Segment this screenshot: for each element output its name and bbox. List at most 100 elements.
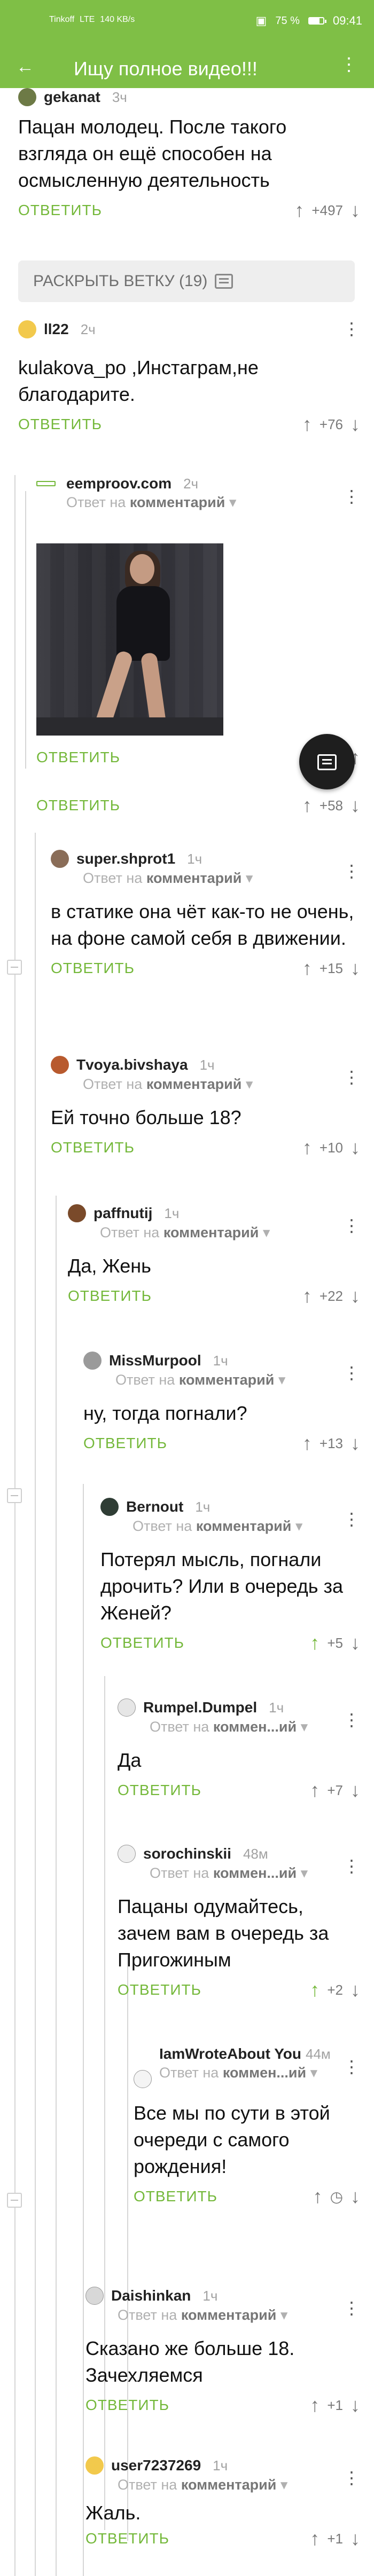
downvote-icon[interactable]: ↓ [350, 957, 360, 979]
downvote-icon[interactable]: ↓ [350, 1432, 360, 1455]
comment-username[interactable]: Daishinkan [111, 2287, 191, 2304]
reply-button[interactable]: ОТВЕТИТЬ [36, 797, 120, 814]
reply-button[interactable]: ОТВЕТИТЬ [83, 1435, 167, 1452]
upvote-icon[interactable]: ↑ [302, 1432, 312, 1455]
upvote-icon[interactable]: ↑ [302, 794, 312, 817]
avatar[interactable] [68, 1204, 86, 1222]
avatar[interactable] [118, 1845, 136, 1863]
avatar[interactable] [118, 1698, 136, 1717]
comment-menu-icon[interactable]: ⋮ [343, 1858, 360, 1875]
downvote-icon[interactable]: ↓ [350, 1779, 360, 1801]
upvote-icon[interactable]: ↑ [302, 1136, 312, 1159]
comment-username[interactable]: IamWroteAbout You [159, 2045, 301, 2062]
reply-button[interactable]: ОТВЕТИТЬ [100, 1634, 184, 1652]
avatar[interactable] [83, 1352, 102, 1370]
reply-button[interactable]: ОТВЕТИТЬ [85, 2530, 169, 2547]
comment-image[interactable] [36, 543, 223, 736]
back-arrow-icon[interactable]: ← [16, 58, 34, 76]
comment-username[interactable]: MissMurpool [109, 1352, 201, 1369]
downvote-icon[interactable]: ↓ [350, 1136, 360, 1159]
comment-username[interactable]: Tvoya.bivshaya [76, 1056, 188, 1073]
downvote-icon[interactable]: ↓ [350, 2185, 360, 2208]
avatar[interactable] [85, 2287, 104, 2305]
comment-username[interactable]: paffnutij [94, 1205, 152, 1222]
expand-thread-button[interactable]: РАСКРЫТЬ ВЕТКУ (19) [18, 260, 355, 302]
comment-text: kulakova_po ,Инстаграм,не благодарите. [18, 357, 259, 405]
upvote-icon[interactable]: ↑ [310, 2394, 320, 2416]
comment-menu-icon[interactable]: ⋮ [343, 863, 360, 880]
write-comment-button[interactable] [299, 734, 355, 789]
reply-to-link[interactable]: Ответ на коммен...ий ▾ [159, 2065, 331, 2081]
reply-button[interactable]: ОТВЕТИТЬ [118, 1782, 201, 1799]
reply-button[interactable]: ОТВЕТИТЬ [18, 416, 102, 433]
upvote-icon[interactable]: ↑ [310, 2527, 320, 2550]
comment-menu-icon[interactable]: ⋮ [343, 1711, 360, 1728]
downvote-icon[interactable]: ↓ [350, 2527, 360, 2550]
thread-line [127, 1954, 128, 2541]
upvote-icon[interactable]: ↑ [294, 199, 304, 222]
comment-menu-icon[interactable]: ⋮ [343, 1364, 360, 1381]
reply-to-link[interactable]: Ответ на комментарий ▾ [83, 1372, 360, 1388]
avatar[interactable] [100, 1498, 119, 1516]
downvote-icon[interactable]: ↓ [350, 1285, 360, 1307]
reply-button[interactable]: ОТВЕТИТЬ [51, 1139, 135, 1156]
reply-button[interactable]: ОТВЕТИТЬ [134, 2188, 217, 2205]
collapse-thread-button[interactable] [7, 960, 22, 975]
comment-menu-icon[interactable]: ⋮ [343, 2469, 360, 2486]
comment-menu-icon[interactable]: ⋮ [343, 320, 360, 337]
reply-to-link[interactable]: Ответ на комментарий ▾ [36, 494, 360, 511]
reply-button[interactable]: ОТВЕТИТЬ [68, 1287, 152, 1305]
comment-menu-icon[interactable]: ⋮ [343, 2058, 360, 2075]
comment-username[interactable]: gekanat [44, 89, 100, 106]
downvote-icon[interactable]: ↓ [350, 199, 360, 222]
comment-username[interactable]: ll22 [44, 321, 69, 338]
comment-menu-icon[interactable]: ⋮ [343, 2300, 360, 2317]
upvote-icon[interactable]: ↑ [313, 2185, 323, 2208]
comment-text: Сказано же больше 18. Зачехляемся [85, 2337, 295, 2386]
downvote-icon[interactable]: ↓ [350, 1632, 360, 1654]
downvote-icon[interactable]: ↓ [350, 2394, 360, 2416]
avatar[interactable] [85, 2456, 104, 2475]
avatar[interactable] [51, 850, 69, 868]
comment-username[interactable]: sorochinskii [143, 1845, 231, 1862]
comment-username[interactable]: super.shprot1 [76, 850, 175, 867]
comment-username[interactable]: Rumpel.Dumpel [143, 1699, 257, 1716]
avatar[interactable] [18, 320, 36, 338]
comment-menu-icon[interactable]: ⋮ [343, 488, 360, 505]
reply-button[interactable]: ОТВЕТИТЬ [51, 960, 135, 977]
comment-username[interactable]: user7237269 [111, 2457, 201, 2474]
avatar[interactable] [51, 1056, 69, 1074]
comment-username[interactable]: eemproov.com [66, 475, 172, 492]
reply-to-link[interactable]: Ответ на комментарий ▾ [85, 2307, 360, 2324]
downvote-icon[interactable]: ↓ [350, 794, 360, 817]
upvote-icon[interactable]: ↑ [310, 1979, 320, 2001]
avatar[interactable] [134, 2070, 152, 2088]
reply-button[interactable]: ОТВЕТИТЬ [85, 2397, 169, 2414]
reply-button[interactable]: ОТВЕТИТЬ [118, 1981, 201, 1998]
reply-to-link[interactable]: Ответ на комментарий ▾ [68, 1224, 360, 1241]
comment-menu-icon[interactable]: ⋮ [343, 1069, 360, 1086]
upvote-icon[interactable]: ↑ [302, 1285, 312, 1307]
reply-button[interactable]: ОТВЕТИТЬ [18, 202, 102, 219]
reply-to-link[interactable]: Ответ на комментарий ▾ [85, 2477, 360, 2493]
more-options-icon[interactable]: ⋮ [340, 56, 358, 74]
comment-username[interactable]: Bernout [126, 1498, 183, 1515]
comment-menu-icon[interactable]: ⋮ [343, 1217, 360, 1234]
reply-to-link[interactable]: Ответ на комментарий ▾ [100, 1518, 360, 1535]
upvote-icon[interactable]: ↑ [302, 957, 312, 979]
reply-to-link[interactable]: Ответ на комментарий ▾ [51, 1076, 360, 1093]
reply-button[interactable]: ОТВЕТИТЬ [36, 749, 120, 766]
upvote-icon[interactable]: ↑ [310, 1632, 320, 1654]
upvote-icon[interactable]: ↑ [310, 1779, 320, 1801]
collapse-thread-button[interactable] [7, 1488, 22, 1503]
reply-to-link[interactable]: Ответ на комментарий ▾ [51, 870, 360, 887]
reply-to-link[interactable]: Ответ на коммен...ий ▾ [118, 1865, 360, 1882]
avatar[interactable] [18, 88, 36, 106]
reply-to-link[interactable]: Ответ на коммен...ий ▾ [118, 1719, 360, 1735]
downvote-icon[interactable]: ↓ [350, 1979, 360, 2001]
comment-menu-icon[interactable]: ⋮ [343, 1511, 360, 1528]
downvote-icon[interactable]: ↓ [350, 413, 360, 436]
upvote-icon[interactable]: ↑ [302, 413, 312, 436]
avatar[interactable] [36, 481, 56, 486]
collapse-thread-button[interactable] [7, 2193, 22, 2208]
